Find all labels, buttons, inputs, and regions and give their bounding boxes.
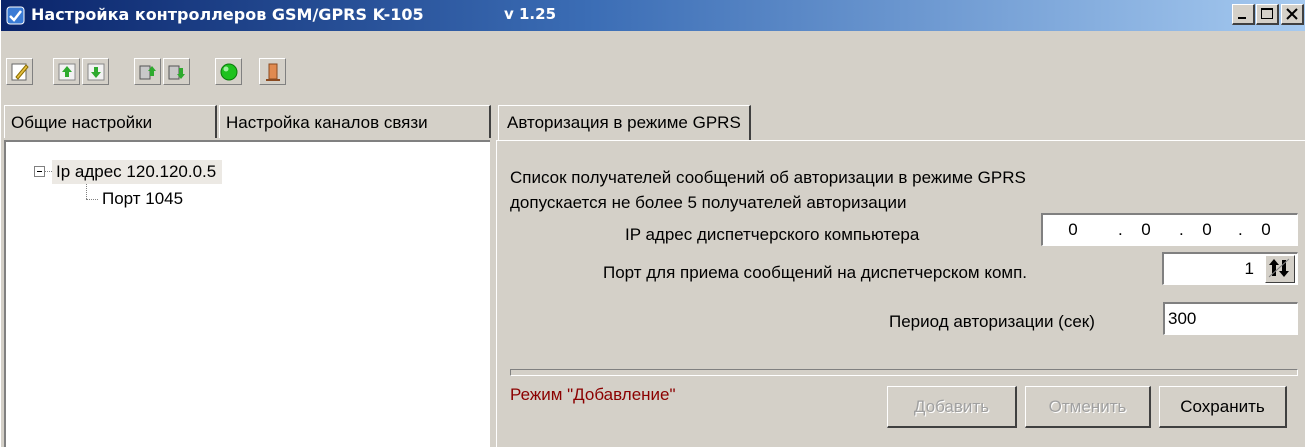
ip-octet-2[interactable]: 0 — [1136, 220, 1156, 240]
tab-general-settings-label: Общие настройки — [11, 113, 153, 132]
connect-button[interactable] — [215, 58, 242, 85]
ip-address-input[interactable]: 0 . 0 . 0 . 0 — [1041, 213, 1298, 246]
cancel-button[interactable]: Отменить — [1025, 386, 1151, 428]
window-title: Настройка контроллеров GSM/GPRS K-105 — [31, 5, 424, 24]
device-download-icon — [168, 65, 185, 80]
maximize-icon — [1261, 8, 1273, 19]
minimize-button[interactable] — [1232, 4, 1255, 25]
exit-button[interactable] — [259, 58, 286, 85]
ip-dot: . — [1238, 220, 1243, 239]
device-upload-icon — [139, 65, 156, 80]
close-button[interactable] — [1281, 4, 1304, 25]
tree-connector — [45, 171, 52, 172]
period-label: Период авторизации (сек) — [889, 312, 1095, 331]
ip-octet-3[interactable]: 0 — [1197, 220, 1217, 240]
separator — [510, 369, 1298, 376]
description-line-2: допускается не более 5 получателей автор… — [510, 193, 907, 212]
save-button[interactable]: Сохранить — [1159, 386, 1287, 428]
port-stepper[interactable]: 1 — [1162, 252, 1298, 285]
port-value: 1 — [1244, 259, 1254, 278]
close-icon — [1286, 8, 1298, 20]
app-window: Настройка контроллеров GSM/GPRS K-105 v … — [0, 0, 1305, 447]
ip-octet-4[interactable]: 0 — [1256, 220, 1276, 240]
port-label: Порт для приема сообщений на диспетчерск… — [603, 263, 1028, 282]
green-circle-icon — [220, 63, 238, 81]
tree-connector — [86, 199, 98, 200]
tab-gprs-authorization-label: Авторизация в режиме GPRS — [507, 113, 741, 132]
maximize-button[interactable] — [1256, 4, 1279, 25]
tree-collapse-icon[interactable] — [34, 166, 45, 177]
period-input[interactable]: 300 — [1163, 302, 1298, 335]
ip-dot: . — [1179, 220, 1184, 239]
download-button[interactable] — [82, 58, 109, 85]
tree-connector — [86, 184, 87, 199]
upload-green-arrow-icon — [58, 63, 76, 81]
tab-general-settings[interactable]: Общие настройки — [4, 105, 217, 138]
description-line-1: Список получателей сообщений об авториза… — [510, 168, 1026, 187]
edit-icon — [11, 63, 29, 81]
tab-gprs-authorization[interactable]: Авторизация в режиме GPRS — [498, 105, 751, 141]
tree-panel[interactable]: Ip адрес 120.120.0.5 Порт 1045 — [4, 140, 490, 447]
ip-octet-1[interactable]: 0 — [1063, 220, 1083, 240]
minimize-icon — [1238, 17, 1246, 19]
spin-arrows-icon — [1268, 258, 1290, 278]
port-spin-button[interactable] — [1265, 255, 1295, 283]
edit-button[interactable] — [6, 58, 33, 85]
title-bar[interactable]: Настройка контроллеров GSM/GPRS K-105 v … — [1, 0, 1305, 31]
window-version: v 1.25 — [504, 5, 557, 23]
add-button[interactable]: Добавить — [887, 386, 1017, 428]
download-green-arrow-icon — [87, 63, 105, 81]
tree-node-ip[interactable]: Ip адрес 120.120.0.5 — [52, 160, 223, 184]
device-download-button[interactable] — [163, 58, 190, 85]
app-icon — [6, 6, 25, 25]
device-upload-button[interactable] — [134, 58, 161, 85]
period-value: 300 — [1168, 309, 1197, 328]
mode-status: Режим "Добавление" — [510, 385, 676, 404]
exit-door-icon — [266, 63, 280, 81]
upload-button[interactable] — [53, 58, 80, 85]
ip-dot: . — [1118, 220, 1123, 239]
tree-node-port[interactable]: Порт 1045 — [102, 187, 183, 211]
ip-label: IP адрес диспетчерского компьютера — [625, 225, 920, 244]
tab-channels-settings[interactable]: Настройка каналов связи — [219, 105, 491, 138]
tab-channels-settings-label: Настройка каналов связи — [226, 113, 428, 132]
